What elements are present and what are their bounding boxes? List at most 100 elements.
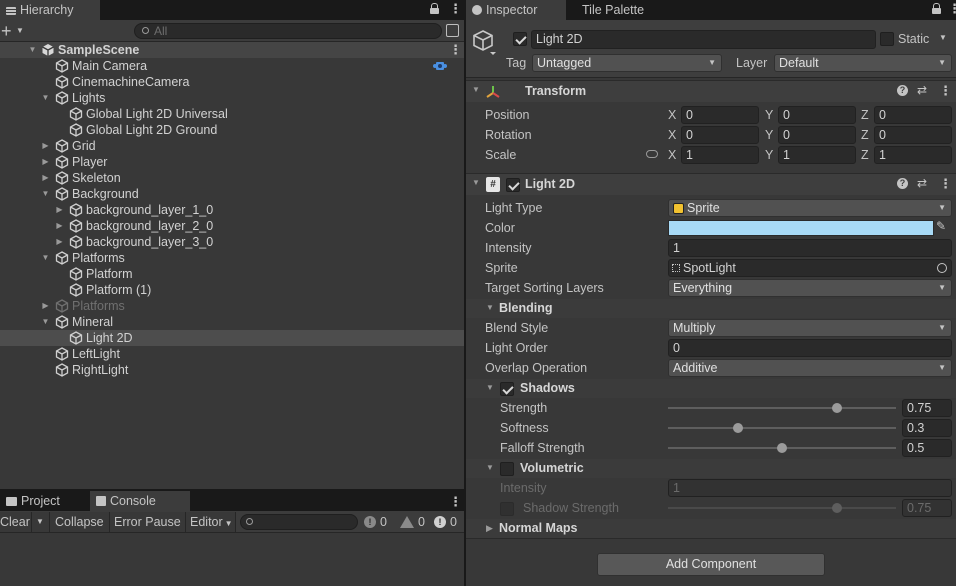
hierarchy-item[interactable]: ▶ background_layer_1_0 <box>0 202 464 218</box>
collapsed-arrow-icon[interactable]: ▶ <box>41 138 50 154</box>
slider-thumb[interactable] <box>832 403 842 413</box>
slider-thumb[interactable] <box>832 503 842 513</box>
transform-header[interactable]: ▼ Transform ? ⇄ ⋮ <box>466 80 956 102</box>
hierarchy-item[interactable]: ▶ Grid <box>0 138 464 154</box>
softness-field[interactable]: 0.3 <box>902 419 952 437</box>
hierarchy-item[interactable]: ▼ Background <box>0 186 464 202</box>
lock-icon[interactable] <box>430 3 439 14</box>
scale-y-axis-label[interactable]: Y <box>765 146 773 164</box>
hierarchy-item[interactable]: LeftLight <box>0 346 464 362</box>
tab-console[interactable]: Console <box>90 491 190 511</box>
falloff-strength-field[interactable]: 0.5 <box>902 439 952 457</box>
tab-project[interactable]: Project <box>0 491 86 511</box>
softness-slider[interactable] <box>668 419 898 437</box>
hierarchy-item[interactable]: Main Camera <box>0 58 464 74</box>
error-pause-button[interactable]: Error Pause <box>110 512 186 532</box>
intensity-field[interactable]: 1 <box>668 239 952 257</box>
clear-options-dropdown[interactable]: ▼ <box>32 512 50 532</box>
hierarchy-item[interactable]: CinemachineCamera <box>0 74 464 90</box>
position-y-field[interactable]: 0 <box>778 106 856 124</box>
console-menu-icon[interactable]: ⋮ <box>449 495 462 508</box>
falloff-strength-slider[interactable] <box>668 439 898 457</box>
hierarchy-item[interactable]: ▶ Player <box>0 154 464 170</box>
expanded-arrow-icon[interactable]: ▼ <box>28 42 37 58</box>
expanded-arrow-icon[interactable]: ▼ <box>41 250 50 266</box>
collapsed-arrow-icon[interactable]: ▶ <box>41 298 50 314</box>
create-plus-icon[interactable]: + <box>1 20 12 42</box>
hierarchy-scene-row[interactable]: ▼ SampleScene <box>0 42 464 58</box>
blend-style-dropdown[interactable]: Multiply ▼ <box>668 319 952 337</box>
eyedropper-icon[interactable]: ✎ <box>936 219 946 233</box>
search-options-icon[interactable] <box>446 24 459 37</box>
color-swatch[interactable] <box>668 220 934 236</box>
slider-thumb[interactable] <box>733 423 743 433</box>
light-order-field[interactable]: 0 <box>668 339 952 357</box>
hierarchy-item[interactable]: Global Light 2D Ground <box>0 122 464 138</box>
hierarchy-item[interactable]: Platform (1) <box>0 282 464 298</box>
layer-dropdown[interactable]: Default ▼ <box>774 54 952 72</box>
tab-inspector[interactable]: Inspector <box>466 0 566 20</box>
hierarchy-item[interactable]: Light 2D <box>0 330 464 346</box>
rotation-y-field[interactable]: 0 <box>778 126 856 144</box>
foldout-arrow-icon[interactable]: ▼ <box>472 85 480 94</box>
normal-maps-foldout-arrow-icon[interactable]: ▶ <box>486 523 493 534</box>
tag-dropdown[interactable]: Untagged ▼ <box>532 54 722 72</box>
rotation-y-axis-label[interactable]: Y <box>765 126 773 144</box>
hierarchy-item[interactable]: ▶ background_layer_2_0 <box>0 218 464 234</box>
active-checkbox[interactable] <box>513 32 527 46</box>
hierarchy-item[interactable]: ▶ Platforms <box>0 298 464 314</box>
rotation-z-axis-label[interactable]: Z <box>861 126 869 144</box>
shadows-foldout-arrow-icon[interactable]: ▼ <box>486 383 494 392</box>
clear-button[interactable]: Clear <box>0 512 32 532</box>
position-z-axis-label[interactable]: Z <box>861 106 869 124</box>
inspector-menu-icon[interactable]: ⋮ <box>948 2 956 15</box>
add-component-button[interactable]: Add Component <box>597 553 825 576</box>
volumetric-foldout-arrow-icon[interactable]: ▼ <box>486 463 494 472</box>
foldout-arrow-icon[interactable]: ▼ <box>472 178 480 187</box>
collapsed-arrow-icon[interactable]: ▶ <box>41 170 50 186</box>
hierarchy-item[interactable]: RightLight <box>0 362 464 378</box>
position-z-field[interactable]: 0 <box>874 106 952 124</box>
editor-dropdown[interactable]: Editor ▼ <box>186 512 236 532</box>
volumetric-enabled-checkbox[interactable] <box>500 462 514 476</box>
collapsed-arrow-icon[interactable]: ▶ <box>55 234 64 250</box>
create-dropdown-icon[interactable]: ▼ <box>16 20 24 42</box>
help-icon[interactable]: ? <box>897 85 908 96</box>
console-search-input[interactable] <box>240 514 358 530</box>
position-x-field[interactable]: 0 <box>681 106 759 124</box>
sprite-object-field[interactable]: SpotLight <box>668 259 952 277</box>
object-picker-icon[interactable] <box>937 263 947 273</box>
light2d-header[interactable]: ▼ # Light 2D ? ⇄ ⋮ <box>466 173 956 195</box>
volumetric-title[interactable]: Volumetric <box>520 459 584 477</box>
hierarchy-item[interactable]: ▼ Platforms <box>0 250 464 266</box>
component-menu-icon[interactable]: ⋮ <box>939 83 952 99</box>
hierarchy-item[interactable]: ▶ background_layer_3_0 <box>0 234 464 250</box>
preset-icon[interactable]: ⇄ <box>917 83 927 97</box>
tab-tile-palette[interactable]: Tile Palette <box>576 0 676 20</box>
static-checkbox[interactable] <box>880 32 894 46</box>
collapse-button[interactable]: Collapse <box>50 512 110 532</box>
rotation-z-field[interactable]: 0 <box>874 126 952 144</box>
expanded-arrow-icon[interactable]: ▼ <box>41 314 50 330</box>
scale-z-field[interactable]: 1 <box>874 146 952 164</box>
scale-z-axis-label[interactable]: Z <box>861 146 869 164</box>
target-sorting-layers-dropdown[interactable]: Everything ▼ <box>668 279 952 297</box>
rotation-x-field[interactable]: 0 <box>681 126 759 144</box>
scale-x-axis-label[interactable]: X <box>668 146 676 164</box>
collapsed-arrow-icon[interactable]: ▶ <box>55 218 64 234</box>
hierarchy-item[interactable]: Platform <box>0 266 464 282</box>
hierarchy-item[interactable]: Global Light 2D Universal <box>0 106 464 122</box>
scene-menu-icon[interactable]: ⋮ <box>449 42 462 58</box>
preset-icon[interactable]: ⇄ <box>917 176 927 190</box>
hierarchy-item[interactable]: ▼ Mineral <box>0 314 464 330</box>
strength-field[interactable]: 0.75 <box>902 399 952 417</box>
shadows-enabled-checkbox[interactable] <box>500 382 514 396</box>
lock-icon[interactable] <box>932 3 941 14</box>
strength-slider[interactable] <box>668 399 898 417</box>
scale-y-field[interactable]: 1 <box>778 146 856 164</box>
overlap-operation-dropdown[interactable]: Additive ▼ <box>668 359 952 377</box>
expanded-arrow-icon[interactable]: ▼ <box>41 186 50 202</box>
hierarchy-menu-icon[interactable]: ⋮ <box>449 2 462 15</box>
hierarchy-item[interactable]: ▼ Lights <box>0 90 464 106</box>
scale-x-field[interactable]: 1 <box>681 146 759 164</box>
